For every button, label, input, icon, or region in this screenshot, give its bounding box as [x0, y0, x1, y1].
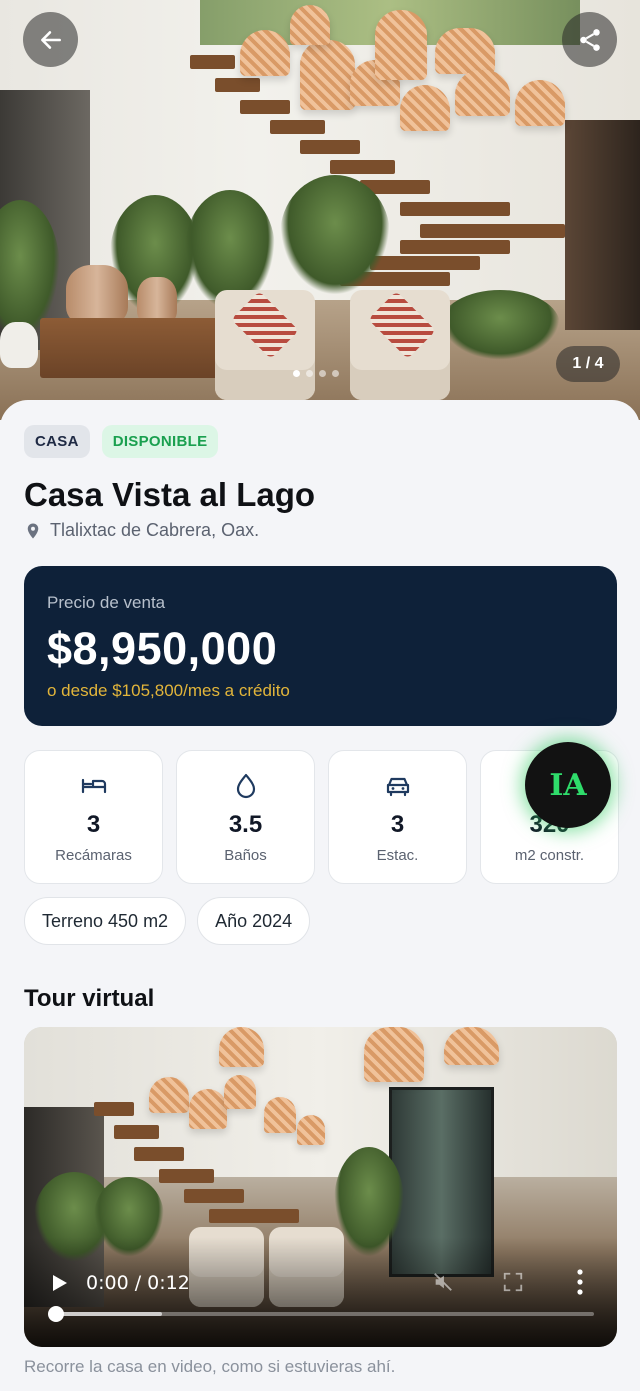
- share-icon: [579, 28, 600, 51]
- status-badge: DISPONIBLE: [101, 425, 219, 458]
- tour-section-title: Tour virtual: [24, 985, 155, 1012]
- gallery-dot[interactable]: [319, 370, 326, 377]
- virtual-tour-video[interactable]: 0:00 / 0:12: [24, 1027, 617, 1347]
- chip-year: Año 2024: [197, 897, 311, 945]
- feature-label: Baños: [224, 847, 267, 864]
- feature-value: 3: [390, 811, 405, 838]
- price-label: Precio de venta: [47, 593, 166, 612]
- feature-label: Recámaras: [55, 847, 132, 864]
- extra-info-chips: Terreno 450 m2 Año 2024: [24, 897, 311, 945]
- property-location: Tlalixtac de Cabrera, Oax.: [24, 520, 259, 541]
- property-title: Casa Vista al Lago: [24, 476, 316, 513]
- feature-label: Estac.: [376, 847, 419, 864]
- fullscreen-icon[interactable]: [502, 1271, 524, 1293]
- more-options-icon[interactable]: [576, 1267, 584, 1297]
- map-pin-icon: [27, 523, 39, 538]
- gallery-dot[interactable]: [332, 370, 339, 377]
- gallery-dot[interactable]: [306, 370, 313, 377]
- photo-counter: 1 / 4: [556, 346, 620, 382]
- water-drop-icon: [236, 773, 255, 799]
- price-card: Precio de venta $8,950,000 o desde $105,…: [24, 566, 617, 726]
- video-progress-bar[interactable]: [48, 1306, 594, 1322]
- price-value: $8,950,000: [47, 623, 278, 674]
- arrow-left-icon: [40, 30, 61, 49]
- bed-icon: [81, 778, 106, 794]
- badge-row: CASA DISPONIBLE: [24, 425, 219, 458]
- feature-label: m2 constr.: [514, 847, 585, 864]
- ai-assistant-button[interactable]: IA: [525, 742, 611, 828]
- share-button[interactable]: [562, 12, 617, 67]
- tour-caption: Recorre la casa en video, como si estuvi…: [24, 1357, 396, 1376]
- car-icon: [386, 777, 409, 797]
- play-icon[interactable]: [52, 1274, 68, 1292]
- feature-card-bathrooms: 3.5 Baños: [176, 750, 315, 884]
- credit-estimate: o desde $105,800/mes a crédito: [47, 681, 290, 700]
- location-text: Tlalixtac de Cabrera, Oax.: [50, 520, 260, 540]
- details-sheet: CASA DISPONIBLE Casa Vista al Lago Tlali…: [0, 400, 640, 1391]
- feature-card-bedrooms: 3 Recámaras: [24, 750, 163, 884]
- feature-card-parking: 3 Estac.: [328, 750, 467, 884]
- video-controls: 0:00 / 0:12: [24, 1263, 617, 1303]
- chip-land-area: Terreno 450 m2: [24, 897, 187, 945]
- property-type-badge: CASA: [24, 425, 90, 458]
- feature-value: 3: [86, 811, 101, 838]
- hero-photo-gallery[interactable]: [0, 0, 640, 420]
- mute-icon[interactable]: [432, 1271, 454, 1293]
- property-detail-screen: 1 / 4 CASA DISPONIBLE Casa Vista al Lago…: [0, 0, 640, 1391]
- buffered-range: [54, 1312, 162, 1316]
- feature-value: 3.5: [228, 811, 263, 838]
- gallery-dot[interactable]: [293, 370, 300, 377]
- progress-handle[interactable]: [48, 1306, 64, 1322]
- video-time: 0:00 / 0:12: [86, 1272, 190, 1294]
- gallery-pagination-dots: [293, 370, 339, 377]
- back-button[interactable]: [23, 12, 78, 67]
